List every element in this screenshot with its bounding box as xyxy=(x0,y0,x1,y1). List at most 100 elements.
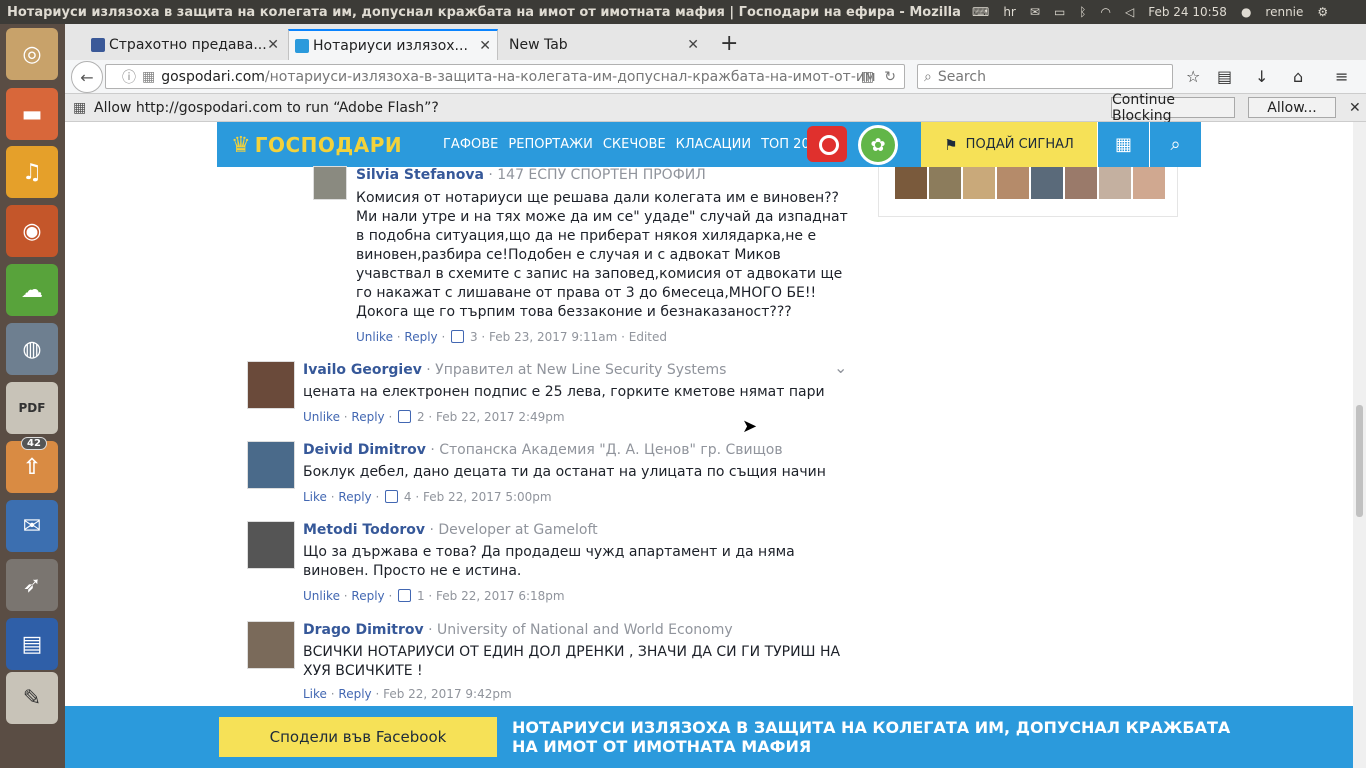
comment-author[interactable]: Drago Dimitrov xyxy=(303,622,424,638)
report-signal-button[interactable]: ⚑ ПОДАЙ СИГНАЛ xyxy=(921,122,1097,167)
reply-button[interactable]: Reply xyxy=(338,687,371,701)
chromium-icon[interactable]: ◍ xyxy=(6,323,58,375)
comment-date[interactable]: Feb 22, 2017 5:00pm xyxy=(423,490,552,504)
plugin-icon[interactable]: ▦ xyxy=(142,69,155,85)
paw-icon[interactable]: ✿ xyxy=(858,125,898,165)
comment-date[interactable]: Feb 22, 2017 6:18pm xyxy=(436,589,565,603)
comment-author-meta[interactable]: · Управител at New Line Security Systems xyxy=(426,362,726,378)
search-input[interactable]: ⌕ Search xyxy=(917,64,1173,89)
like-button[interactable]: Like xyxy=(303,687,327,701)
audacity-icon[interactable]: ♫ xyxy=(6,146,58,198)
comment-author-meta[interactable]: · Стопанска Академия "Д. А. Ценов" гр. С… xyxy=(430,442,782,458)
info-icon[interactable]: ⓘ xyxy=(122,67,136,87)
user-icon[interactable]: ● xyxy=(1241,5,1251,19)
site-search-icon[interactable]: ⌕ xyxy=(1149,122,1201,167)
tab-current[interactable]: Нотариуси излязох... ✕ xyxy=(288,29,498,60)
comment-date[interactable]: Feb 22, 2017 2:49pm xyxy=(436,410,565,424)
user-name[interactable]: rennie xyxy=(1265,5,1303,19)
flag-icon: ⚑ xyxy=(944,135,958,154)
battery-icon[interactable]: ▭ xyxy=(1054,5,1065,19)
nav-link-skechove[interactable]: СКЕЧОВЕ xyxy=(603,137,666,152)
avatar[interactable] xyxy=(313,166,347,200)
keyboard-layout[interactable]: hr xyxy=(1003,5,1016,19)
share-facebook-button[interactable]: Сподели във Facebook xyxy=(219,717,497,757)
writer-icon[interactable]: ▤ xyxy=(6,618,58,670)
like-button[interactable]: Like xyxy=(303,490,327,504)
site-logo[interactable]: ♛ ГОСПОДАРИ xyxy=(231,128,402,162)
avatar[interactable] xyxy=(247,361,295,409)
comment-author[interactable]: Ivailo Georgiev xyxy=(303,362,422,378)
firefox-icon[interactable]: ◉ xyxy=(6,205,58,257)
url-bar[interactable]: ⓘ ▦ gospodari.com /нотариуси-излязоха-в-… xyxy=(105,64,905,89)
new-tab-plus-icon[interactable]: + xyxy=(720,31,738,56)
nav-link-gafove[interactable]: ГАФОВЕ xyxy=(443,137,498,152)
reader-view-icon[interactable]: ▥ xyxy=(861,69,874,85)
like-button[interactable]: Unlike xyxy=(303,589,340,603)
tab-facebook[interactable]: Страхотно предава... ✕ xyxy=(85,29,285,60)
comment-author[interactable]: Silvia Stefanova xyxy=(356,167,484,183)
thunderbird-icon[interactable]: ✉ xyxy=(6,500,58,552)
comment-author-meta[interactable]: · University of National and World Econo… xyxy=(428,622,733,638)
comment-date[interactable]: Feb 22, 2017 9:42pm xyxy=(383,687,512,701)
close-tab-icon[interactable]: ✕ xyxy=(267,37,279,53)
cloud-storage-icon[interactable]: ☁ xyxy=(6,264,58,316)
pdf-icon[interactable]: PDF xyxy=(6,382,58,434)
chevron-down-icon[interactable]: ⌄ xyxy=(834,358,847,377)
nav-link-top20[interactable]: ТОП 20 xyxy=(761,137,810,152)
user-thumbnail[interactable] xyxy=(1099,167,1131,199)
close-tab-icon[interactable]: ✕ xyxy=(687,37,699,53)
user-thumbnail[interactable] xyxy=(997,167,1029,199)
wifi-icon[interactable]: ◠ xyxy=(1100,5,1110,19)
library-icon[interactable]: ▤ xyxy=(1217,67,1232,86)
bluetooth-icon[interactable]: ᛒ xyxy=(1079,5,1086,19)
like-count: 4 xyxy=(403,490,412,504)
menu-hamburger-icon[interactable]: ≡ xyxy=(1335,67,1348,86)
user-thumbnail[interactable] xyxy=(895,167,927,199)
user-thumbnail[interactable] xyxy=(929,167,961,199)
comment-author-meta[interactable]: · Developer at Gameloft xyxy=(429,522,597,538)
calendar-icon[interactable]: ▦ xyxy=(1097,122,1149,167)
settings-gear-icon[interactable]: ⚙ xyxy=(1317,5,1328,19)
home-icon[interactable]: ⌂ xyxy=(1293,67,1303,86)
allow-flash-button[interactable]: Allow... xyxy=(1248,97,1336,118)
comment-author-meta[interactable]: · 147 ЕСПУ СПОРТЕН ПРОФИЛ xyxy=(488,167,705,183)
like-button[interactable]: Unlike xyxy=(303,410,340,424)
reply-button[interactable]: Reply xyxy=(351,410,384,424)
back-arrow-icon[interactable]: ← xyxy=(71,61,103,93)
user-thumbnail[interactable] xyxy=(1065,167,1097,199)
tab-new[interactable]: New Tab ✕ xyxy=(485,29,705,60)
nav-link-reportazhi[interactable]: РЕПОРТАЖИ xyxy=(508,137,592,152)
volume-icon[interactable]: ◁ xyxy=(1125,5,1134,19)
download-icon[interactable]: ↓ xyxy=(1255,67,1268,86)
user-thumbnail[interactable] xyxy=(963,167,995,199)
like-button[interactable]: Unlike xyxy=(356,330,393,344)
user-thumbnail[interactable] xyxy=(1031,167,1063,199)
text-editor-icon[interactable]: ✎ xyxy=(6,672,58,724)
avatar[interactable] xyxy=(247,521,295,569)
rocket-icon[interactable]: ➶ xyxy=(6,559,58,611)
close-notification-icon[interactable]: ✕ xyxy=(1349,100,1361,116)
reply-button[interactable]: Reply xyxy=(404,330,437,344)
keyboard-icon[interactable]: ⌨ xyxy=(972,5,989,19)
comment-author[interactable]: Metodi Todorov xyxy=(303,522,425,538)
user-thumbnail[interactable] xyxy=(1133,167,1165,199)
nav-link-klasacii[interactable]: КЛАСАЦИИ xyxy=(676,137,751,152)
reply-button[interactable]: Reply xyxy=(351,589,384,603)
reload-icon[interactable]: ↻ xyxy=(884,69,896,85)
comment-author[interactable]: Deivid Dimitrov xyxy=(303,442,426,458)
clock[interactable]: Feb 24 10:58 xyxy=(1148,5,1227,19)
avatar[interactable] xyxy=(247,441,295,489)
continue-blocking-button[interactable]: Continue Blocking xyxy=(1111,92,1235,124)
software-updater-icon[interactable]: ⇧ 42 xyxy=(6,437,58,493)
comment-date[interactable]: Feb 23, 2017 9:11am · Edited xyxy=(489,330,667,344)
avatar[interactable] xyxy=(247,621,295,669)
bookmark-star-icon[interactable]: ☆ xyxy=(1186,67,1200,86)
mail-icon[interactable]: ✉ xyxy=(1030,5,1040,19)
scrollbar-thumb[interactable] xyxy=(1356,405,1363,517)
tab-label: New Tab xyxy=(509,36,568,53)
ubuntu-home-icon[interactable]: ◎ xyxy=(6,28,58,80)
reply-button[interactable]: Reply xyxy=(338,490,371,504)
camera-icon[interactable] xyxy=(807,126,847,162)
scrollbar[interactable] xyxy=(1353,122,1366,768)
files-icon[interactable]: ▬ xyxy=(6,88,58,140)
